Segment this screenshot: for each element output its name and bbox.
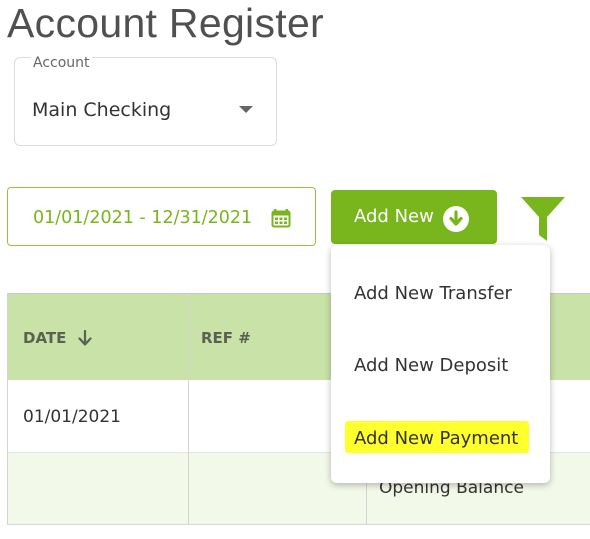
arrow-down-icon xyxy=(78,330,92,346)
add-new-button[interactable]: Add New xyxy=(331,190,497,244)
column-divider xyxy=(188,293,189,525)
page-title: Account Register xyxy=(7,0,325,46)
column-header-ref[interactable]: REF # xyxy=(201,329,251,347)
add-new-dropdown-menu: Add New Transfer Add New Deposit Add New… xyxy=(331,245,550,483)
account-field-value: Main Checking xyxy=(32,99,172,121)
account-field-label: Account xyxy=(31,55,92,71)
account-select[interactable]: Account Main Checking xyxy=(14,55,277,146)
menu-item-add-new-transfer[interactable]: Add New Transfer xyxy=(331,263,550,323)
calendar-icon xyxy=(271,209,291,228)
arrow-down-circle-icon xyxy=(443,206,469,232)
caret-down-icon xyxy=(239,106,253,113)
menu-item-add-new-deposit[interactable]: Add New Deposit xyxy=(331,335,550,395)
add-new-label: Add New xyxy=(354,206,434,227)
menu-item-add-new-payment[interactable]: Add New Payment xyxy=(331,408,550,468)
date-range-picker[interactable]: 01/01/2021 - 12/31/2021 xyxy=(7,187,316,246)
date-range-value: 01/01/2021 - 12/31/2021 xyxy=(33,208,253,228)
filter-icon[interactable] xyxy=(521,197,565,241)
column-header-date[interactable]: DATE xyxy=(23,329,92,347)
cell-date: 01/01/2021 xyxy=(23,407,121,427)
table-border xyxy=(7,293,8,525)
